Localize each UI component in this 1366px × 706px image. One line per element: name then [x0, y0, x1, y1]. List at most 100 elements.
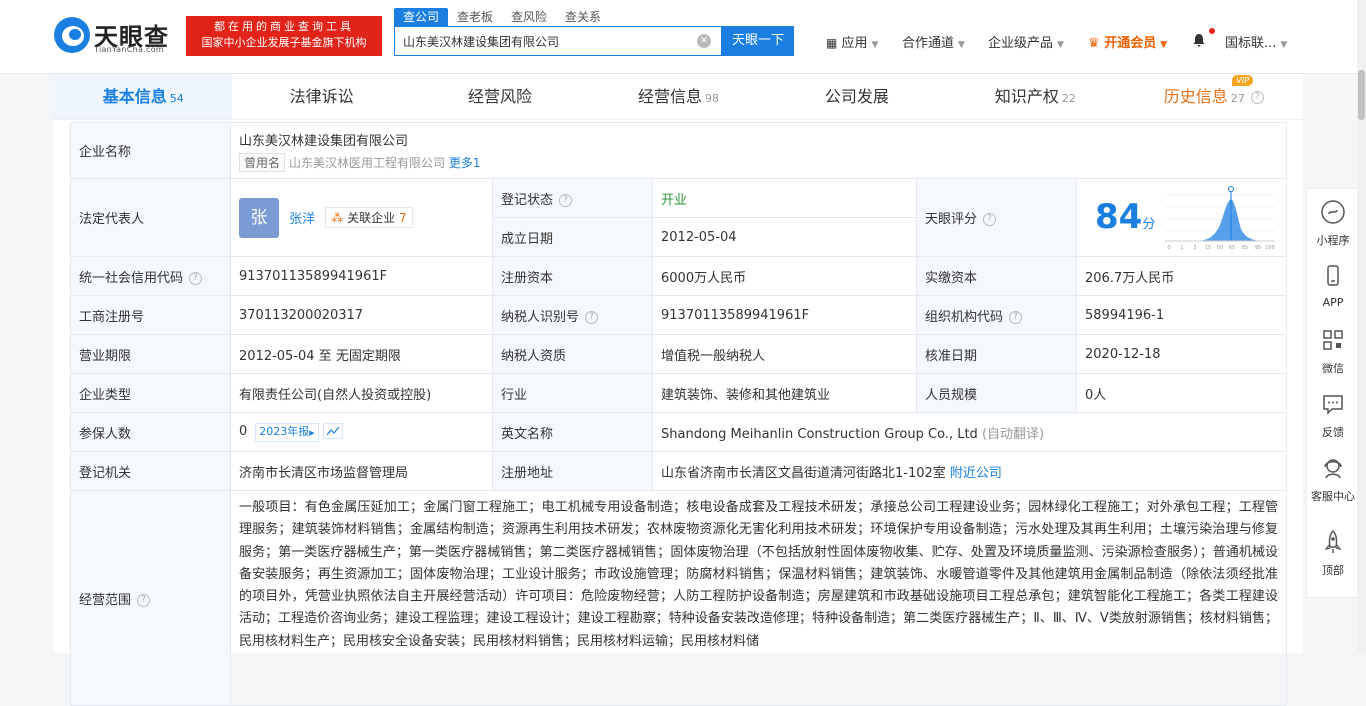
tab-label: 历史信息 [1163, 87, 1228, 106]
address: 山东省济南市长清区文昌街道清河街路北1-102室 [661, 465, 946, 481]
reg-status-label-cell: 登记状态? [492, 178, 653, 218]
help-icon[interactable]: ? [1250, 91, 1264, 104]
sidebar-item-top[interactable]: 顶部 [1307, 529, 1359, 578]
sidebar-item-wechat[interactable]: 微信 [1307, 327, 1359, 376]
biz-reg-no-label: 工商注册号 [70, 295, 231, 335]
company-type-label: 企业类型 [70, 373, 231, 413]
sidebar-item-miniapp[interactable]: 小程序 [1307, 199, 1359, 248]
tab-count: 54 [169, 92, 184, 105]
tab-label: 基本信息 [102, 87, 167, 106]
notification-dot [1209, 28, 1215, 34]
help-icon[interactable]: ? [983, 213, 997, 226]
avatar[interactable]: 张 [239, 197, 279, 238]
nav-language[interactable]: 国标联... ▼ [1225, 32, 1287, 51]
nearby-companies-link[interactable]: 附近公司 [950, 466, 1002, 481]
nav-products[interactable]: 企业级产品 ▼ [988, 32, 1064, 51]
help-icon[interactable]: ? [1009, 310, 1023, 324]
search-button[interactable]: 天眼一下 [722, 26, 794, 56]
legal-rep-link[interactable]: 张洋 [289, 212, 315, 227]
search-input[interactable] [403, 27, 693, 55]
score-unit: 分 [1142, 217, 1156, 232]
help-icon[interactable]: ? [189, 271, 203, 285]
score-value: 84 [1095, 197, 1143, 237]
score-tick: 100 [1265, 245, 1275, 251]
annual-report-button[interactable]: 2023年报▶ [255, 422, 319, 442]
rocket-icon [1324, 529, 1342, 553]
score-cell[interactable]: 84分 0 1 3 15 50 65 85 95 100 [1075, 178, 1288, 257]
en-name: Shandong Meihanlin Construction Group Co… [661, 426, 978, 442]
page-scrollbar[interactable] [1357, 0, 1366, 653]
tab-risk[interactable]: 经营风险 [411, 74, 589, 119]
chevron-down-icon: ▼ [1057, 40, 1064, 50]
scrollbar-thumb[interactable] [1358, 70, 1365, 120]
bell-icon[interactable] [1192, 33, 1206, 47]
table-row: 企业类型 有限责任公司(自然人投资或控股) 行业 建筑装饰、装修和其他建筑业 人… [70, 373, 1288, 413]
related-companies-button[interactable]: ⁂ 关联企业 7 [325, 207, 413, 228]
score-label: 天眼评分 [925, 212, 978, 227]
brand-domain: TianYanCha.com [94, 45, 164, 54]
sidebar-label: 客服中心 [1311, 490, 1355, 503]
nav-vip[interactable]: ♛ 开通会员 ▼ [1088, 32, 1167, 51]
search-box: ✕ [394, 26, 722, 56]
top-header: 天眼查 TianYanCha.com 都在用的商业查询工具 国家中小企业发展子基… [0, 0, 1357, 74]
tab-operation[interactable]: 经营信息 98 [589, 74, 767, 119]
score-tick: 65 [1229, 245, 1235, 251]
table-row: 统一社会信用代码? 91370113589941961F 注册资本 6000万人… [70, 256, 1288, 296]
sidebar-item-feedback[interactable]: 反馈 [1307, 391, 1359, 440]
staff-size-label: 人员规模 [916, 373, 1077, 413]
grid-icon: ▦ [826, 36, 838, 50]
nav-language-label: 国标联... [1225, 36, 1277, 51]
score-tick: 50 [1217, 245, 1223, 251]
help-icon[interactable]: ? [585, 310, 599, 324]
tab-count: 98 [704, 92, 719, 105]
tab-basic-info[interactable]: 基本信息 54 [54, 74, 233, 119]
tab-history[interactable]: 历史信息 27? VIP [1125, 74, 1303, 119]
former-more-link[interactable]: 更多1 [449, 156, 481, 170]
company-name: 山东美汉林建设集团有限公司 [239, 133, 409, 149]
period-label: 营业期限 [70, 334, 231, 374]
search-tab-boss[interactable]: 查老板 [448, 8, 502, 26]
tianyancha-logo[interactable]: 天眼查 TianYanCha.com [54, 15, 180, 57]
score-tick: 1 [1180, 245, 1183, 251]
section-tabs: 基本信息 54 法律诉讼 经营风险 经营信息 98 公司发展 知识产权 22 历史信息… [54, 74, 1303, 120]
nav-vip-label: 开通会员 [1104, 36, 1157, 51]
nav-channel[interactable]: 合作通道 ▼ [902, 32, 965, 51]
taxpayer-id: 91370113589941961F [652, 295, 917, 335]
chevron-down-icon: ▼ [1280, 40, 1288, 50]
related-label: 关联企业 [347, 211, 396, 225]
search-tab-company[interactable]: 查公司 [394, 8, 449, 26]
crown-icon: ♛ [1088, 36, 1100, 51]
sidebar-item-app[interactable]: APP [1307, 263, 1359, 309]
sidebar-label: 顶部 [1322, 564, 1344, 577]
promo-badge[interactable]: 都在用的商业查询工具 国家中小企业发展子基金旗下机构 [186, 16, 382, 56]
trend-chart-icon[interactable] [322, 423, 343, 439]
search-tab-risk[interactable]: 查风险 [502, 8, 556, 26]
company-type: 有限责任公司(自然人投资或控股) [230, 373, 493, 413]
nav-apps[interactable]: ▦ 应用 ▼ [826, 32, 878, 51]
tab-label: 公司发展 [824, 87, 889, 106]
badge-line2: 国家中小企业发展子基金旗下机构 [201, 36, 367, 49]
tab-ip[interactable]: 知识产权 22 [946, 74, 1124, 119]
paid-capital-label: 实缴资本 [916, 256, 1077, 296]
reg-capital: 6000万人民币 [652, 256, 917, 296]
help-icon[interactable]: ? [559, 193, 573, 207]
industry-label: 行业 [492, 373, 653, 413]
period: 2012-05-04 至 无固定期限 [230, 334, 493, 374]
headset-icon [1324, 459, 1342, 479]
clear-icon[interactable]: ✕ [697, 34, 711, 48]
chevron-down-icon: ▼ [871, 40, 879, 50]
tab-development[interactable]: 公司发展 [768, 74, 946, 119]
found-date-label: 成立日期 [492, 217, 653, 257]
help-icon[interactable]: ? [137, 593, 151, 607]
credit-code-label: 统一社会信用代码 [79, 270, 184, 286]
scope-label-cell: 经营范围? [70, 490, 231, 706]
industry: 建筑装饰、装修和其他建筑业 [652, 373, 917, 413]
tab-legal[interactable]: 法律诉讼 [232, 74, 410, 119]
taxpayer-type: 增值税一般纳税人 [652, 334, 917, 374]
tab-label: 经营信息 [637, 87, 702, 106]
table-row: 工商注册号 370113200020317 纳税人识别号? 9137011358… [70, 295, 1288, 335]
search-tab-relation[interactable]: 查关系 [556, 8, 610, 26]
score-label-cell: 天眼评分? [916, 178, 1077, 257]
sidebar-item-service[interactable]: 客服中心 [1307, 455, 1359, 504]
tab-count: 22 [1061, 92, 1076, 105]
